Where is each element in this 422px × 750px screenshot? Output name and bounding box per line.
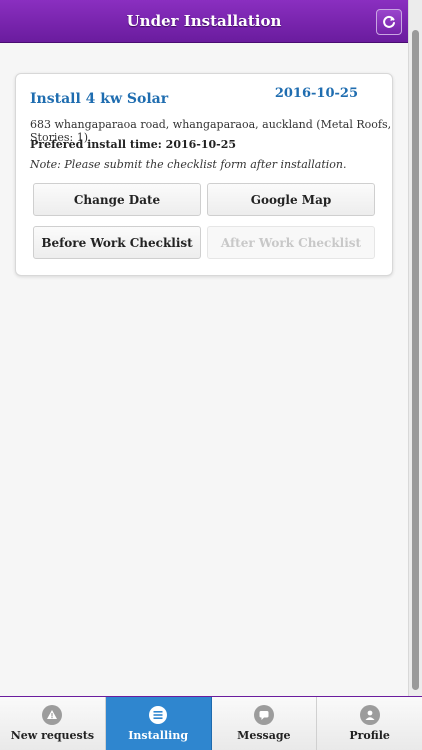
change-date-button[interactable]: Change Date xyxy=(33,183,201,216)
app-header: Under Installation xyxy=(0,0,408,43)
job-date: 2016-10-25 xyxy=(274,86,358,101)
refresh-icon xyxy=(383,15,395,28)
chat-icon xyxy=(253,705,274,725)
tab-bar: New requests Installing Message Profile xyxy=(0,696,422,750)
job-note: Note: Please submit the checklist form a… xyxy=(30,158,347,171)
tab-label: New requests xyxy=(10,729,95,742)
scrollbar[interactable] xyxy=(408,0,422,696)
menu-icon xyxy=(148,705,168,725)
refresh-button[interactable] xyxy=(376,9,402,35)
tab-profile[interactable]: Profile xyxy=(317,697,422,750)
user-icon xyxy=(359,705,380,725)
tab-installing[interactable]: Installing xyxy=(105,697,212,750)
before-work-checklist-button[interactable]: Before Work Checklist xyxy=(33,226,201,259)
google-map-button[interactable]: Google Map xyxy=(207,183,375,216)
install-time: Prefered install time: 2016-10-25 xyxy=(30,138,237,151)
tab-label: Profile xyxy=(349,729,390,742)
after-work-checklist-button: After Work Checklist xyxy=(207,226,375,259)
tab-new-requests[interactable]: New requests xyxy=(0,697,106,750)
tab-label: Installing xyxy=(128,729,189,742)
alert-icon xyxy=(42,705,63,725)
tab-label: Message xyxy=(237,729,291,742)
job-title[interactable]: Install 4 kw Solar xyxy=(30,91,168,107)
job-card: Install 4 kw Solar 2016-10-25 683 whanga… xyxy=(15,73,393,276)
tab-message[interactable]: Message xyxy=(211,697,318,750)
scrollbar-thumb[interactable] xyxy=(412,30,419,690)
page-title: Under Installation xyxy=(126,12,282,30)
